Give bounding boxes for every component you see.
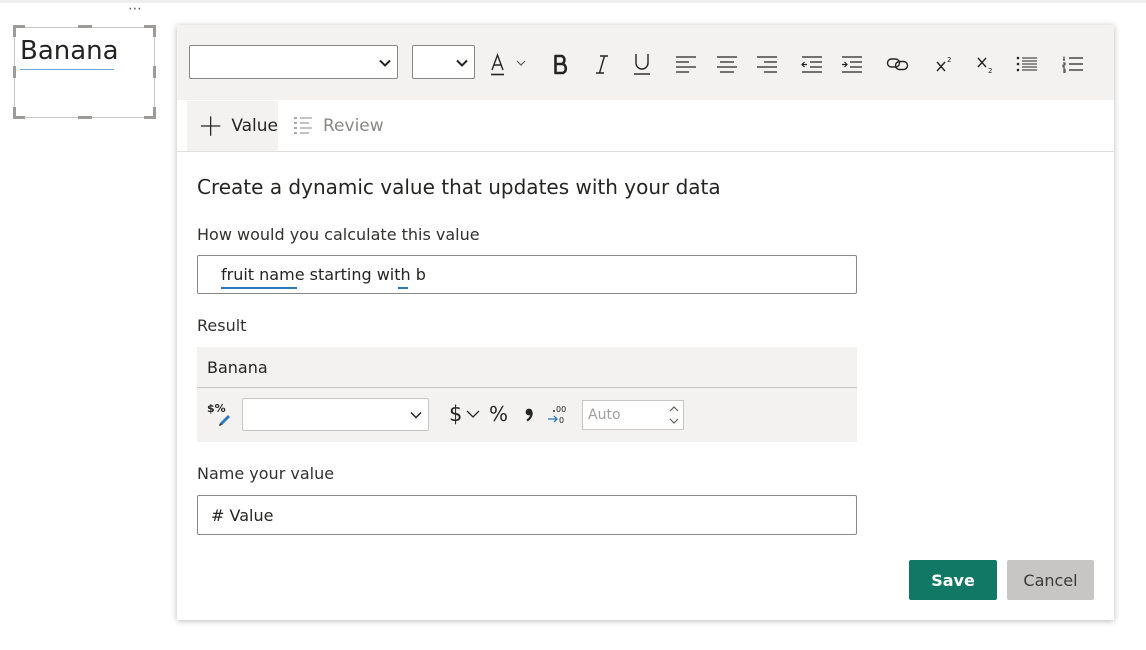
increase-indent-button[interactable] — [840, 51, 864, 77]
calc-input-value: fruit name starting with b — [221, 265, 426, 284]
bulleted-list-icon — [1016, 56, 1037, 72]
textbox-text: Banana — [20, 36, 119, 66]
resize-handle-top-left-v[interactable] — [13, 25, 16, 37]
spin-up-button[interactable] — [668, 403, 680, 415]
calc-token-underline — [221, 287, 297, 289]
percent-icon: % — [489, 402, 508, 426]
bold-button[interactable] — [549, 51, 573, 77]
name-input-value: # Value — [211, 506, 274, 525]
align-right-icon — [757, 56, 777, 73]
svg-text:00: 00 — [556, 405, 566, 414]
plus-icon — [200, 116, 221, 136]
align-left-icon — [676, 56, 696, 73]
align-center-button[interactable] — [715, 51, 739, 77]
align-right-button[interactable] — [755, 51, 779, 77]
resize-handle-top-right-v[interactable] — [153, 25, 156, 37]
resize-handle-bottom-right-v[interactable] — [153, 107, 156, 119]
decrease-indent-icon — [801, 56, 822, 73]
name-input[interactable]: # Value — [197, 495, 857, 535]
tab-review[interactable]: Review — [289, 101, 399, 151]
panel-heading: Create a dynamic value that updates with… — [197, 175, 721, 199]
svg-text:$%: $% — [207, 402, 226, 415]
format-toolbar: 2 2 — [177, 25, 1114, 100]
link-icon — [886, 58, 909, 71]
italic-button[interactable] — [590, 51, 614, 77]
decimal-places-icon: 00 0 — [548, 405, 566, 425]
textbox-text-underline — [20, 69, 114, 70]
spin-down-button[interactable] — [668, 415, 680, 427]
link-button[interactable] — [885, 51, 911, 77]
result-box: Banana $% $ % 00 0 Auto — [197, 347, 857, 442]
dollar-icon: $ — [449, 402, 480, 426]
align-left-button[interactable] — [674, 51, 698, 77]
top-border — [0, 0, 1146, 3]
dynamic-value-panel: 2 2 Value Review Create a dynamic value … — [177, 25, 1114, 620]
numbered-list-icon — [1062, 56, 1083, 73]
font-family-select[interactable] — [189, 45, 398, 79]
tab-value-label: Value — [231, 116, 278, 136]
bulleted-list-button[interactable] — [1015, 51, 1039, 77]
increase-indent-icon — [842, 56, 862, 73]
decimal-places-placeholder: Auto — [588, 407, 621, 423]
list-icon — [294, 117, 312, 134]
chevron-down-icon — [456, 59, 468, 67]
numbered-list-button[interactable] — [1061, 51, 1085, 77]
svg-text:2: 2 — [947, 56, 951, 64]
svg-text:%: % — [489, 402, 508, 426]
bold-icon — [554, 54, 568, 75]
currency-button[interactable]: $ — [447, 399, 483, 429]
svg-text:2: 2 — [988, 67, 992, 75]
decimal-places-button[interactable]: 00 0 — [547, 399, 571, 429]
comma-style-button[interactable] — [521, 399, 537, 429]
resize-handle-right[interactable] — [153, 66, 156, 78]
underline-icon — [634, 54, 650, 75]
font-color-button[interactable] — [489, 51, 531, 77]
result-label: Result — [197, 316, 247, 335]
percent-button[interactable]: % — [488, 399, 510, 429]
superscript-button[interactable]: 2 — [934, 51, 956, 77]
svg-text:$: $ — [449, 402, 462, 426]
more-options-icon[interactable]: ⋯ — [128, 2, 143, 16]
resize-handle-top[interactable] — [78, 25, 92, 28]
align-center-icon — [717, 56, 737, 73]
comma-icon — [525, 408, 533, 422]
decimal-places-input[interactable]: Auto — [582, 400, 684, 430]
chevron-down-icon — [410, 411, 422, 419]
underline-button[interactable] — [630, 51, 654, 77]
calc-input[interactable]: fruit name starting with b — [197, 255, 857, 294]
calc-label: How would you calculate this value — [197, 225, 480, 244]
font-color-icon — [491, 52, 526, 76]
subscript-icon: 2 — [977, 57, 992, 75]
format-picker-button[interactable]: $% — [206, 399, 232, 429]
panel-tabs: Value Review — [177, 101, 1114, 152]
canvas-textbox[interactable]: Banana — [14, 27, 155, 118]
decrease-indent-button[interactable] — [800, 51, 824, 77]
superscript-icon: 2 — [936, 56, 951, 72]
tab-value[interactable]: Value — [187, 101, 278, 151]
calc-token-underline — [398, 287, 408, 289]
font-size-select[interactable] — [412, 45, 475, 79]
resize-handle-left[interactable] — [13, 66, 16, 78]
italic-icon — [596, 55, 608, 74]
resize-handle-bottom[interactable] — [78, 116, 92, 119]
currency-format-icon: $% — [207, 402, 230, 426]
svg-text:0: 0 — [559, 416, 564, 425]
name-label: Name your value — [197, 464, 335, 483]
chevron-down-icon — [379, 59, 391, 67]
tab-review-label: Review — [323, 116, 384, 136]
format-select[interactable] — [242, 398, 429, 431]
resize-handle-bottom-left-v[interactable] — [13, 107, 16, 119]
subscript-button[interactable]: 2 — [975, 51, 997, 77]
chevron-up-icon — [669, 406, 679, 412]
result-value: Banana — [207, 358, 268, 377]
result-divider — [197, 387, 857, 388]
save-button[interactable]: Save — [909, 560, 997, 600]
cancel-button[interactable]: Cancel — [1007, 560, 1094, 600]
chevron-down-icon — [669, 418, 679, 424]
